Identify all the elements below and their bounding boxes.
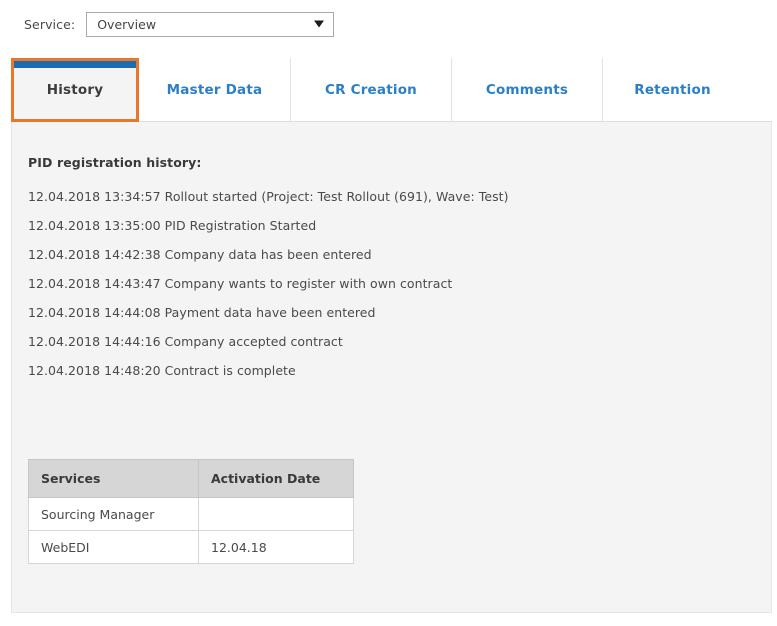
table-row: Sourcing Manager	[28, 497, 354, 531]
tab-comments[interactable]: Comments	[452, 58, 603, 122]
services-table: Services Activation Date Sourcing Manage…	[28, 459, 354, 564]
column-header-activation-date: Activation Date	[198, 459, 354, 498]
cell-service-name: Sourcing Manager	[28, 497, 199, 531]
cell-service-name: WebEDI	[28, 530, 199, 564]
tab-label: CR Creation	[324, 82, 417, 98]
tab-label: Retention	[634, 82, 711, 98]
chevron-down-icon	[314, 20, 325, 28]
cell-activation-date: 12.04.18	[198, 530, 354, 564]
tab-history[interactable]: History	[11, 58, 139, 122]
tab-retention[interactable]: Retention	[603, 58, 742, 122]
tab-strip: History Master Data CR Creation Comments Ret…	[11, 58, 742, 122]
service-label: Service:	[24, 16, 76, 32]
history-entry: 12.04.2018 14:43:47 Company wants to reg…	[28, 276, 453, 291]
history-entry: 12.04.2018 14:44:08 Payment data have be…	[28, 305, 376, 320]
column-header-services: Services	[28, 459, 199, 498]
table-row: WebEDI 12.04.18	[28, 530, 354, 564]
tab-label: Master Data	[166, 82, 263, 98]
history-entry: 12.04.2018 13:35:00 PID Registration Sta…	[28, 218, 317, 233]
tab-label: History	[46, 82, 104, 98]
table-header-row: Services Activation Date	[28, 459, 354, 498]
tab-label: Comments	[485, 82, 569, 98]
history-heading: PID registration history:	[28, 155, 202, 170]
active-tab-indicator	[14, 61, 136, 68]
service-dropdown-value: Overview	[97, 16, 157, 32]
history-entry: 12.04.2018 14:42:38 Company data has bee…	[28, 247, 372, 262]
history-entry: 12.04.2018 14:48:20 Contract is complete	[28, 363, 296, 378]
history-list: 12.04.2018 13:34:57 Rollout started (Pro…	[28, 182, 761, 385]
tab-cr-creation[interactable]: CR Creation	[291, 58, 452, 122]
service-dropdown[interactable]: Overview	[86, 11, 335, 37]
tab-content-panel: PID registration history: 12.04.2018 13:…	[11, 121, 772, 613]
history-entry: 12.04.2018 13:34:57 Rollout started (Pro…	[28, 189, 509, 204]
cell-activation-date	[198, 497, 354, 531]
tab-master-data[interactable]: Master Data	[139, 58, 291, 122]
service-selector-row: Service: Overview	[0, 0, 335, 48]
history-entry: 12.04.2018 14:44:16 Company accepted con…	[28, 334, 343, 349]
